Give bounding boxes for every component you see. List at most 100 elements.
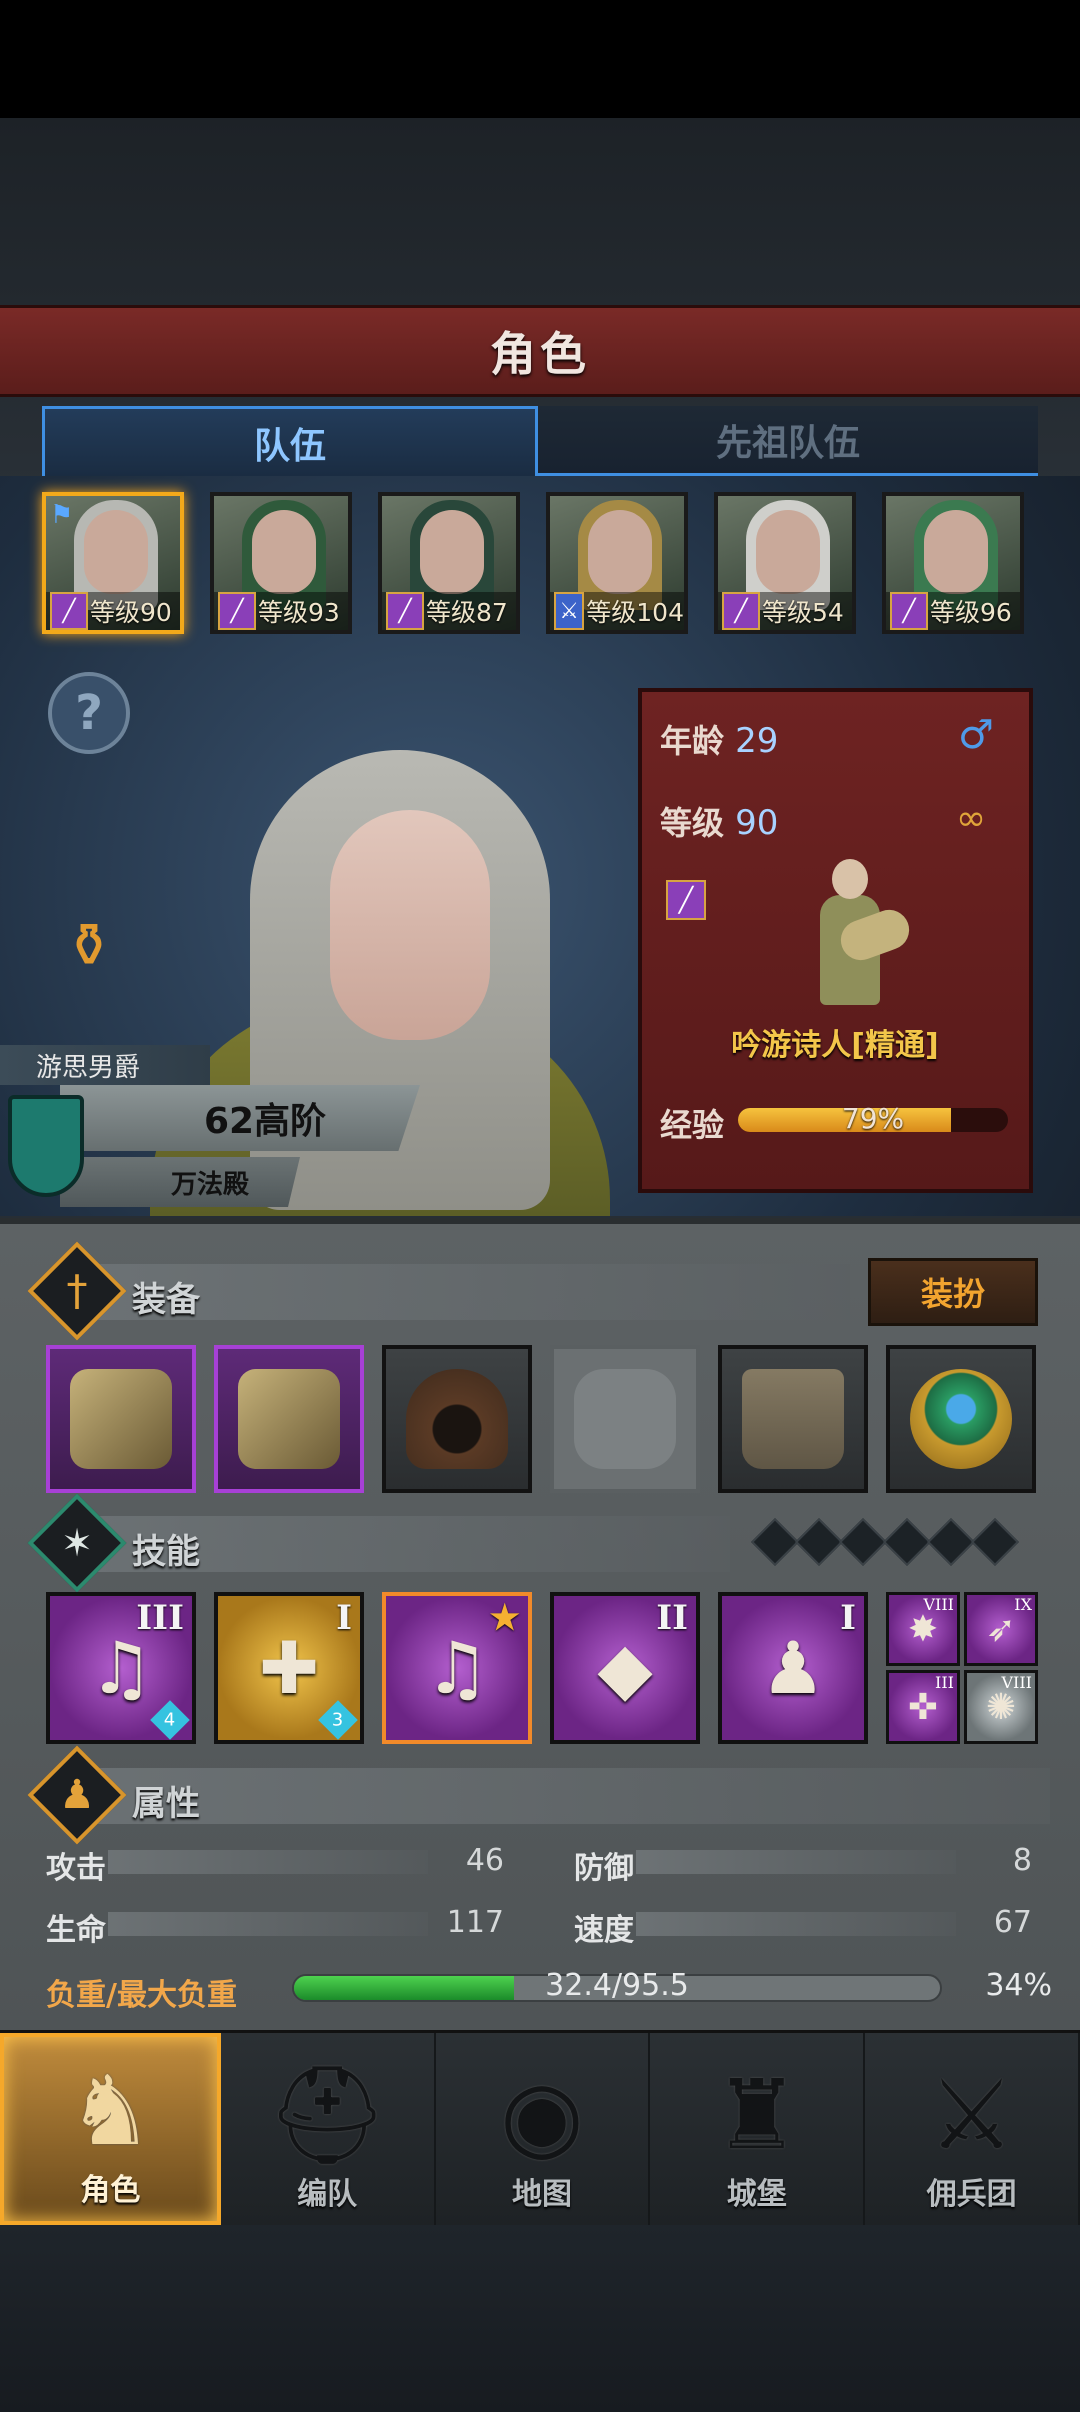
hero-guild-plate: 万法殿 <box>60 1157 300 1207</box>
skill-rank: II <box>656 1598 688 1638</box>
age-label: 年龄 <box>660 722 725 760</box>
mercenary-icon: ⚔ <box>928 2059 1015 2171</box>
nav-map[interactable]: ◉ 地图 <box>436 2033 651 2225</box>
staff-icon: ╱ <box>50 592 88 630</box>
dagger-icon: † <box>66 1266 88 1315</box>
load-label: 负重/最大负重 <box>46 1978 237 2013</box>
compass-map-icon: ◉ <box>500 2059 584 2171</box>
member-level: 等级90 <box>90 598 172 627</box>
portrait-face <box>252 510 316 594</box>
equip-slot-weapon-1[interactable] <box>46 1345 196 1493</box>
potion-button[interactable]: ⚱ <box>48 905 130 987</box>
stat-label-hp: 生命 <box>46 1913 106 1948</box>
class-name: 吟游诗人[精通] <box>731 1028 939 1063</box>
equip-slot-ring[interactable] <box>886 1345 1036 1493</box>
skill-2[interactable]: ✚ I 3 <box>214 1592 364 1744</box>
passive-skill-3[interactable]: ✜ III <box>886 1670 960 1744</box>
nav-label: 城堡 <box>726 2177 787 2212</box>
skill-3[interactable]: ♫ ★ <box>382 1592 532 1744</box>
male-icon: ♂ <box>958 712 994 758</box>
question-icon: ? <box>75 685 103 741</box>
bottom-safe-area <box>0 2225 1080 2412</box>
knight-icon: ♞ <box>67 2055 154 2167</box>
skill-slot-dot <box>838 1517 888 1567</box>
gauntlet-icon <box>238 1369 340 1469</box>
sword-icon: ⚔ <box>554 592 585 630</box>
staff-icon: ╱ <box>722 592 760 630</box>
ring-item-icon <box>910 1369 1012 1469</box>
bottom-nav: ♞ 角色 ⛑ 编队 ◉ 地图 ♜ 城堡 ⚔ 佣兵团 <box>0 2030 1080 2225</box>
equip-slot-feet[interactable] <box>718 1345 868 1493</box>
passive-skill-1[interactable]: ✸ VIII <box>886 1592 960 1666</box>
helmet-icon: ⛑ <box>266 2059 389 2171</box>
nav-label: 角色 <box>80 2173 141 2208</box>
nav-formation[interactable]: ⛑ 编队 <box>221 2033 436 2225</box>
guild-shield-icon[interactable] <box>8 1095 84 1197</box>
ring-icon: ∞ <box>956 798 986 839</box>
nav-label: 佣兵团 <box>926 2177 1017 2212</box>
hood-icon <box>406 1369 508 1469</box>
boots-icon <box>742 1369 844 1469</box>
skill-rank: IX <box>1014 1595 1032 1614</box>
passive-skill-2[interactable]: ➶ IX <box>964 1592 1038 1666</box>
skill-1[interactable]: ♫ III 4 <box>46 1592 196 1744</box>
stat-track <box>108 1912 428 1936</box>
party-member-5[interactable]: ╱ 等级54 <box>714 492 856 634</box>
skill-star: ★ <box>489 1598 520 1638</box>
stat-track <box>636 1912 956 1936</box>
tab-party[interactable]: 队伍 <box>42 406 538 476</box>
level-bar: ╱ 等级87 <box>382 592 516 630</box>
staff-icon: ╱ <box>218 592 256 630</box>
portrait-face <box>756 510 820 594</box>
tab-ancestor-party[interactable]: 先祖队伍 <box>538 406 1038 476</box>
party-member-4[interactable]: ⚔ 等级104 <box>546 492 688 634</box>
level-label: 等级 <box>660 804 725 842</box>
party-member-1[interactable]: ⚑ ╱ 等级90 <box>42 492 184 634</box>
nav-mercenary[interactable]: ⚔ 佣兵团 <box>865 2033 1080 2225</box>
age-value: 29 <box>735 721 779 761</box>
skill-rank: VIII <box>923 1595 954 1614</box>
skill-slot-dot <box>794 1517 844 1567</box>
age-row: 年龄 29 <box>660 716 778 762</box>
skills-title: 技能 <box>132 1532 200 1572</box>
party-member-6[interactable]: ╱ 等级96 <box>882 492 1024 634</box>
staff-icon: ╱ <box>890 592 928 630</box>
exp-label: 经验 <box>660 1106 725 1144</box>
skill-4[interactable]: ◆ II <box>550 1592 700 1744</box>
member-level: 等级96 <box>930 598 1012 627</box>
stat-track <box>636 1850 956 1874</box>
skill-rank: III <box>136 1598 184 1638</box>
level-bar: ╱ 等级96 <box>886 592 1020 630</box>
leader-flag-icon: ⚑ <box>50 500 74 530</box>
staff-icon: ╱ <box>386 592 424 630</box>
member-level: 等级87 <box>426 598 508 627</box>
page-title: 角色 <box>490 327 590 381</box>
class-staff-icon: ╱ <box>666 880 706 920</box>
equip-slot-weapon-2[interactable] <box>214 1345 364 1493</box>
load-value: 32.4/95.5 <box>545 1968 689 2003</box>
equip-slot-head[interactable] <box>382 1345 532 1493</box>
skill-slot-dot <box>882 1517 932 1567</box>
level-bar: ╱ 等级93 <box>214 592 348 630</box>
portrait-face <box>420 510 484 594</box>
potion-icon: ⚱ <box>63 911 115 981</box>
bard-figure <box>790 855 915 1015</box>
equip-slot-body-empty[interactable] <box>550 1345 700 1493</box>
hero-portrait <box>330 810 490 1040</box>
dress-up-button[interactable]: 装扮 <box>868 1258 1038 1326</box>
nav-character[interactable]: ♞ 角色 <box>0 2033 221 2225</box>
hero-title: 游思男爵 <box>0 1045 210 1085</box>
stat-track <box>108 1850 428 1874</box>
nav-label: 地图 <box>511 2177 572 2212</box>
star-burst-icon: ✶ <box>61 1521 93 1565</box>
skill-rank: I <box>336 1598 352 1638</box>
party-member-3[interactable]: ╱ 等级87 <box>378 492 520 634</box>
level-bar: ⚔ 等级104 <box>550 592 684 630</box>
passive-skill-4[interactable]: ✺ VIII <box>964 1670 1038 1744</box>
help-button[interactable]: ? <box>48 672 130 754</box>
skill-5[interactable]: ♟ I <box>718 1592 868 1744</box>
exp-percent: 79% <box>841 1102 905 1135</box>
party-member-2[interactable]: ╱ 等级93 <box>210 492 352 634</box>
stat-value-attack: 46 <box>465 1843 504 1878</box>
nav-castle[interactable]: ♜ 城堡 <box>650 2033 866 2225</box>
